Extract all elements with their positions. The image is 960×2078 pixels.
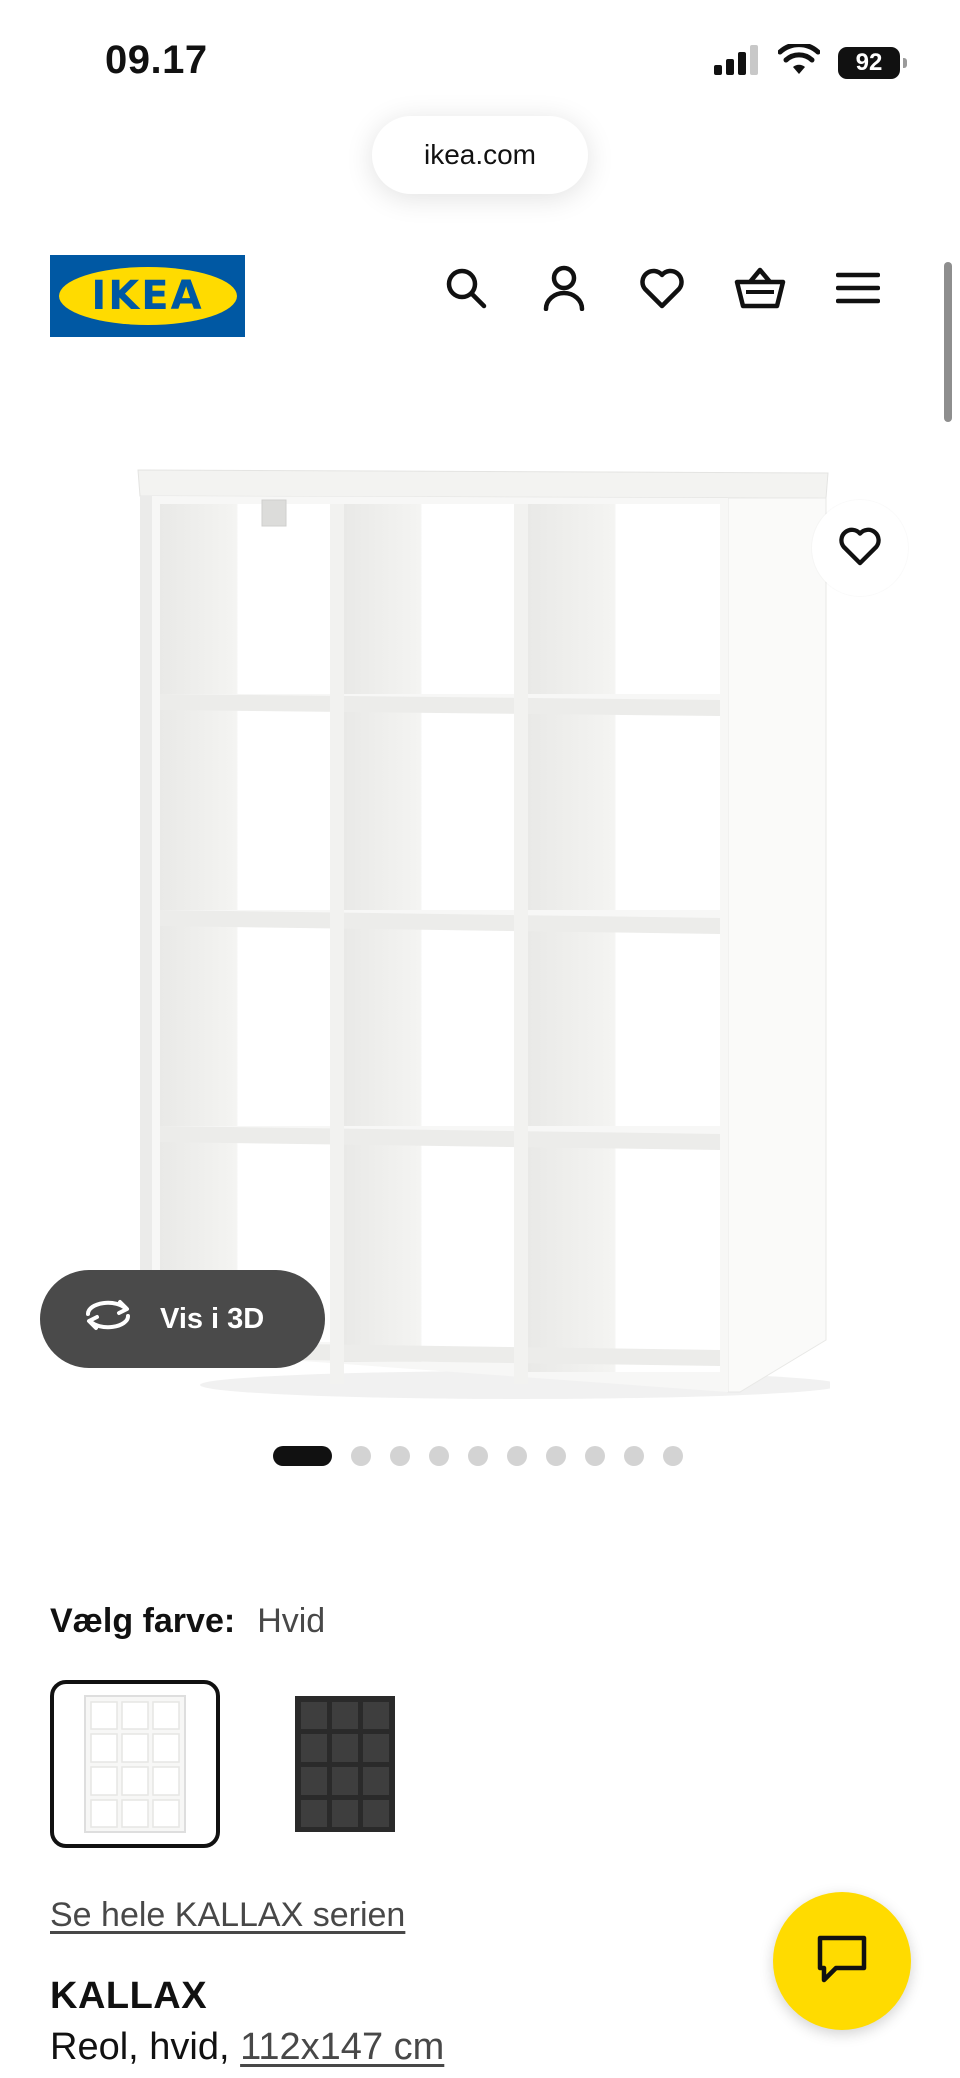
color-swatch-black[interactable] xyxy=(260,1680,430,1848)
black-shelf-thumbnail xyxy=(295,1696,395,1832)
chat-icon xyxy=(816,1934,868,1989)
product-description: Reol, hvid, 112x147 cm xyxy=(50,2026,444,2069)
color-swatch-white[interactable] xyxy=(50,1680,220,1848)
selected-color: Hvid xyxy=(257,1602,326,1640)
carousel-dot[interactable] xyxy=(507,1446,527,1466)
heart-icon xyxy=(838,526,882,571)
menu-icon[interactable] xyxy=(832,262,884,314)
ikea-logo[interactable]: IKEA ® xyxy=(50,255,245,337)
carousel-indicator xyxy=(273,1446,683,1466)
url-text: ikea.com xyxy=(423,139,537,170)
carousel-dot[interactable] xyxy=(390,1446,410,1466)
status-time: 09.17 xyxy=(105,38,208,82)
product-name: KALLAX xyxy=(50,1975,208,2017)
registered-mark-icon: ® xyxy=(223,273,233,283)
wifi-icon xyxy=(777,42,821,81)
color-label: Vælg farve: xyxy=(50,1602,236,1640)
logo-oval: IKEA ® xyxy=(58,267,237,325)
product-description-text: Reol, hvid, xyxy=(50,2026,241,2068)
view-3d-label: Vis i 3D xyxy=(160,1302,265,1335)
carousel-dot[interactable] xyxy=(468,1446,488,1466)
signal-icon xyxy=(714,45,760,80)
logo-text: IKEA xyxy=(91,273,204,319)
carousel-dot[interactable] xyxy=(546,1446,566,1466)
status-icons: 92 xyxy=(714,42,907,81)
battery-icon: 92 xyxy=(838,46,907,79)
chat-button[interactable] xyxy=(773,1892,911,2030)
color-selector-label: Vælg farve: Hvid xyxy=(50,1602,325,1641)
battery-level: 92 xyxy=(855,48,883,76)
white-shelf-thumbnail xyxy=(84,1695,186,1833)
product-dimensions-link[interactable]: 112x147 cm xyxy=(240,2026,444,2068)
carousel-dot[interactable] xyxy=(624,1446,644,1466)
carousel-dot[interactable] xyxy=(429,1446,449,1466)
heart-icon[interactable] xyxy=(636,262,688,314)
favorite-button[interactable] xyxy=(812,500,908,596)
basket-icon[interactable] xyxy=(734,262,786,314)
carousel-dot-active[interactable] xyxy=(273,1446,332,1466)
carousel-dot[interactable] xyxy=(351,1446,371,1466)
header-actions xyxy=(440,262,884,314)
page-scrollbar[interactable] xyxy=(944,262,952,422)
product-image[interactable] xyxy=(130,460,840,1400)
carousel-dot[interactable] xyxy=(585,1446,605,1466)
view-3d-button[interactable]: Vis i 3D xyxy=(40,1270,325,1368)
url-bar[interactable]: ikea.com xyxy=(372,116,588,194)
series-link[interactable]: Se hele KALLAX serien xyxy=(50,1896,405,1935)
carousel-dot[interactable] xyxy=(663,1446,683,1466)
search-icon[interactable] xyxy=(440,262,492,314)
rotate-3d-icon xyxy=(82,1298,134,1340)
account-icon[interactable] xyxy=(538,262,590,314)
